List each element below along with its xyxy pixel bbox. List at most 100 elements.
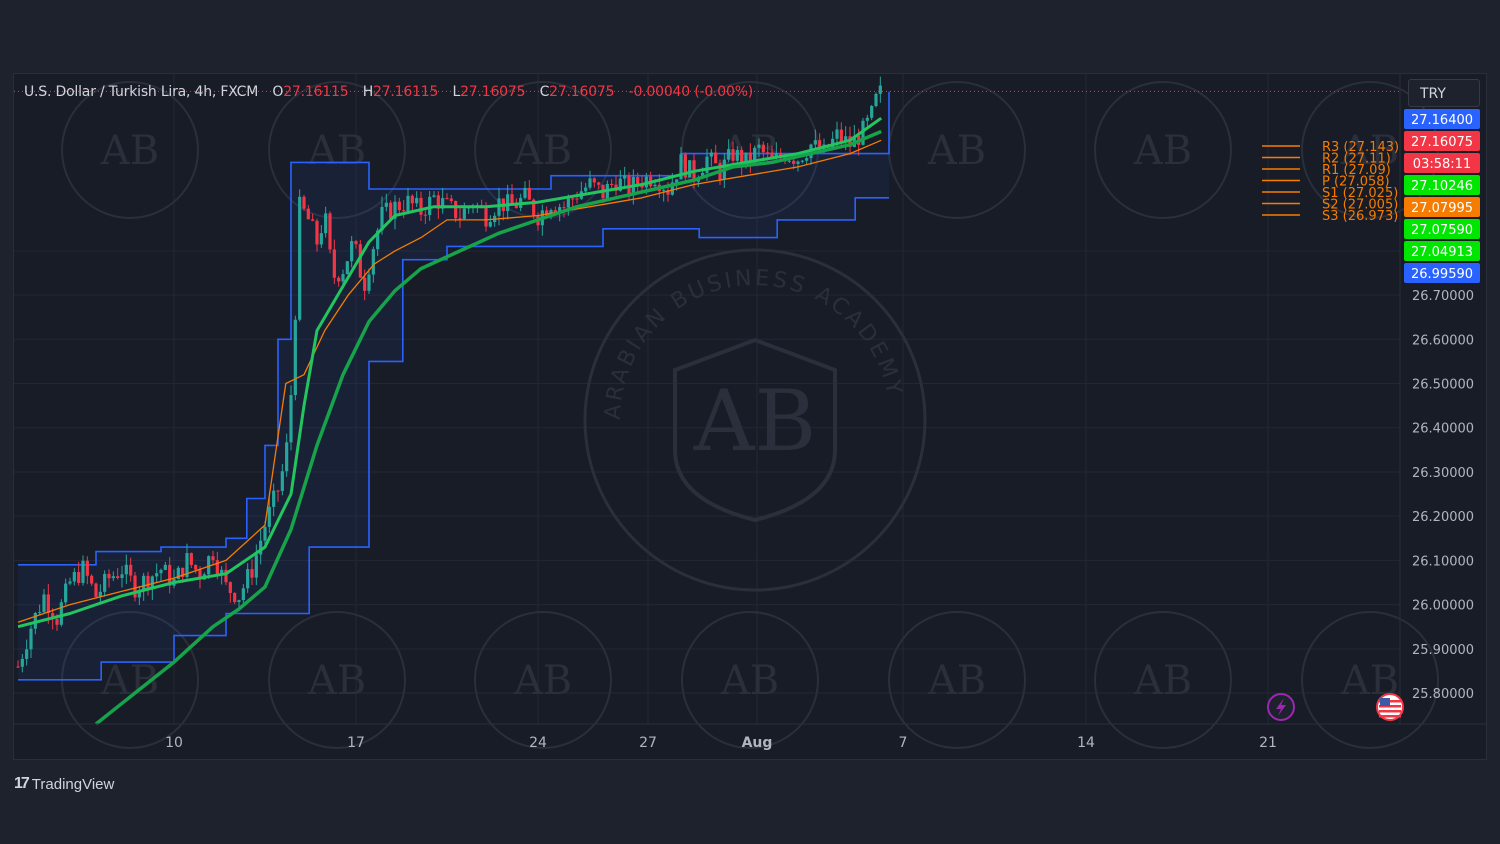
x-tick-label: 14 (1077, 735, 1095, 751)
candle-body (311, 219, 315, 221)
candle-body (142, 575, 146, 591)
symbol-legend: U.S. Dollar / Turkish Lira, 4h, FXCM O27… (24, 84, 753, 104)
candle-body (610, 183, 614, 185)
x-tick-label: 24 (529, 735, 547, 751)
watermark-monogram: AB (100, 128, 159, 174)
candle-body (272, 490, 276, 507)
candle-body (454, 201, 458, 219)
candle-body (59, 602, 63, 625)
candle-body (367, 274, 371, 291)
candle-body (757, 144, 761, 148)
candle-body (124, 564, 128, 575)
candle-body (29, 628, 33, 650)
candle-body (597, 182, 601, 185)
x-tick-label: Aug (742, 735, 773, 751)
candle-body (72, 572, 76, 582)
us-flag-icon[interactable] (1376, 693, 1404, 721)
candle-body (410, 195, 414, 204)
candle-body (341, 274, 345, 282)
candle-body (423, 214, 427, 216)
candle-body (20, 658, 24, 667)
candle-body (584, 187, 588, 192)
price-label-text: 27.16075 (1411, 135, 1473, 150)
candle-body (350, 241, 354, 262)
lightning-icon[interactable] (1267, 693, 1295, 721)
candle-body (55, 618, 59, 625)
watermark-monogram: AB (1133, 128, 1192, 174)
candle-body (163, 564, 167, 570)
low-label: L (452, 84, 461, 100)
y-tick-label: 26.30000 (1412, 466, 1474, 481)
tradingview-logo[interactable]: 17 TradingView (14, 774, 114, 794)
candle-body (588, 178, 592, 188)
tradingview-name: TradingView (31, 775, 115, 793)
candle-body (146, 575, 150, 589)
candle-body (415, 197, 419, 204)
candle-body (835, 129, 839, 139)
candle-body (506, 194, 510, 212)
candle-body (298, 196, 302, 320)
candle-body (38, 611, 42, 613)
candle-body (155, 573, 159, 577)
candle-body (77, 572, 81, 583)
candle-body (592, 178, 596, 183)
candle-body (241, 588, 245, 601)
pivot-label: S3 (26.973) (1322, 209, 1398, 224)
candle-body (488, 222, 492, 227)
x-tick-label: 7 (899, 735, 908, 751)
candle-body (16, 666, 20, 668)
x-tick-label: 10 (165, 735, 183, 751)
candle-body (228, 582, 232, 593)
candle-body (562, 207, 566, 209)
high-label: H (362, 84, 374, 100)
candle-body (324, 213, 328, 234)
candle-body (280, 471, 284, 491)
candle-body (397, 201, 401, 211)
candle-body (735, 149, 739, 161)
price-label-text: 27.07590 (1411, 223, 1473, 238)
watermark-monogram: AB (1133, 658, 1192, 704)
candle-body (328, 213, 332, 250)
candle-body (462, 208, 466, 219)
candle-body (289, 395, 293, 443)
candle-body (623, 175, 627, 179)
candle-body (727, 149, 731, 160)
candle-body (194, 564, 198, 570)
watermark-monogram: AB (307, 658, 366, 704)
candle-body (874, 93, 878, 107)
close-label: C (539, 84, 550, 100)
candle-body (800, 160, 804, 162)
candle-body (805, 158, 809, 161)
candle-body (766, 152, 770, 154)
candle-body (116, 576, 120, 579)
candle-body (42, 594, 46, 612)
candle-body (267, 506, 271, 527)
candle-body (332, 249, 336, 278)
candle-body (363, 277, 367, 291)
candle-body (285, 442, 289, 472)
candle-body (46, 594, 50, 614)
candle-body (384, 202, 388, 207)
y-tick-label: 26.60000 (1412, 333, 1474, 348)
candle-body (107, 573, 111, 579)
candle-body (371, 249, 375, 275)
watermark-monogram: AB (513, 128, 572, 174)
watermark-monogram: AB (927, 658, 986, 704)
tradingview-mark-icon: 17 (14, 775, 30, 792)
chart-canvas[interactable]: AB AB AB AB AB AB ABAB AB AB AB AB AB ABABARABIAN BU… (0, 0, 1500, 844)
y-tick-label: 25.80000 (1412, 687, 1474, 702)
candle-body (189, 553, 193, 565)
y-tick-label: 26.40000 (1412, 422, 1474, 437)
candle-body (211, 556, 215, 561)
x-tick-label: 27 (639, 735, 657, 751)
candle-body (337, 277, 341, 282)
candle-body (566, 198, 570, 208)
y-tick-label: 26.50000 (1412, 378, 1474, 393)
high-value: 27.16115 (373, 84, 439, 100)
candle-body (111, 576, 115, 579)
candle-body (120, 574, 124, 579)
candle-body (159, 569, 163, 574)
y-tick-label: 26.10000 (1412, 554, 1474, 569)
currency-button[interactable]: TRY (1408, 79, 1480, 107)
candle-body (85, 560, 89, 576)
